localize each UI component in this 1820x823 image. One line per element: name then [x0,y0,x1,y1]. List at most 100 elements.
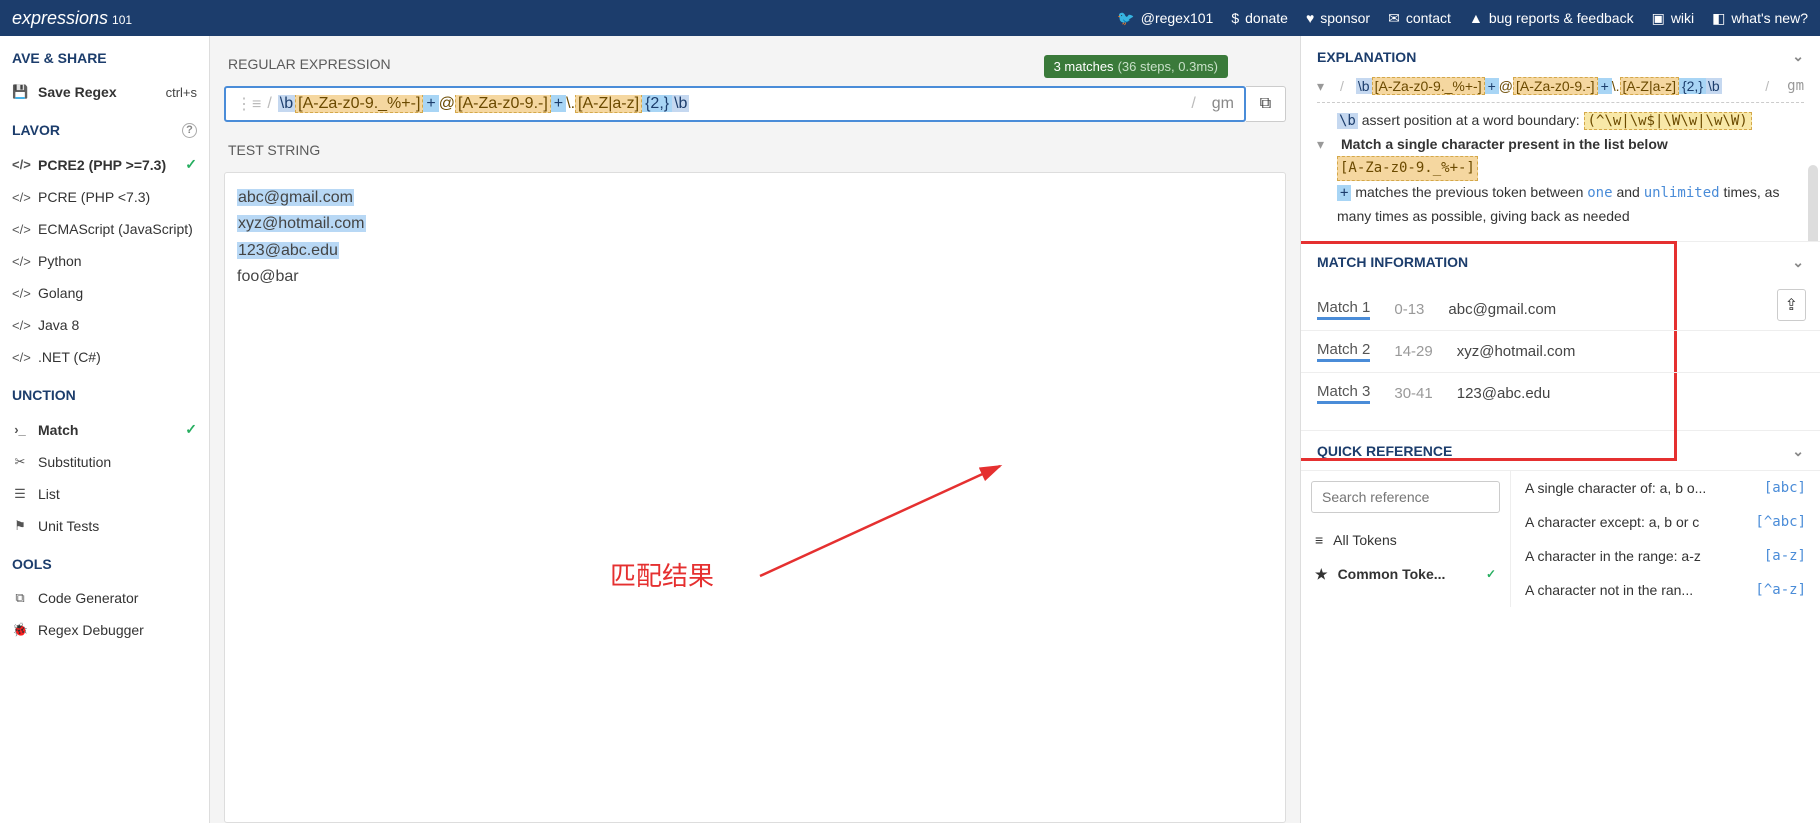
match-row[interactable]: Match 330-41123@abc.edu [1301,373,1820,414]
tool-item[interactable]: ⧉ Code Generator [0,582,209,614]
quickref-category[interactable]: ≡All Tokens [1301,523,1510,557]
save-icon: 💾 [12,84,28,100]
function-item[interactable]: ›_Match✓ [0,413,209,446]
quickref-category[interactable]: ★Common Toke...✓ [1301,557,1510,592]
function-item[interactable]: ⚑Unit Tests [0,510,209,542]
tools-header: OOLS [0,542,209,582]
match-info-header[interactable]: MATCH INFORMATION ⌄ [1301,241,1820,281]
top-link[interactable]: ▲bug reports & feedback [1469,10,1634,27]
flavor-item[interactable]: </>PCRE (PHP <7.3) [0,181,209,213]
search-input[interactable] [1311,481,1500,513]
match-range: 14-29 [1394,343,1432,360]
help-icon[interactable]: ? [182,123,197,138]
sidebar: AVE & SHARE 💾 Save Regex ctrl+s LAVOR ? … [0,36,210,823]
ref-desc: A single character of: a, b o... [1525,480,1706,496]
quickref-header[interactable]: QUICK REFERENCE ⌄ [1301,430,1820,470]
code-icon: </> [12,190,28,205]
chevron-down-icon[interactable]: ⌄ [1792,254,1804,271]
flavor-item[interactable]: </> ECMAScript (JavaScript) [0,213,209,245]
quickref-search [1311,481,1500,513]
test-line: 123@abc.edu [237,238,1273,264]
code-icon: </> [12,350,28,365]
top-navbar: expressions 101 🐦@regex101 $donate ♥sponsor… [0,0,1820,36]
flavor-label: .NET (C#) [38,349,101,365]
top-link[interactable]: $donate [1231,10,1288,27]
quickref-entry[interactable]: A single character of: a, b o...[abc] [1511,471,1820,505]
quickref-entry[interactable]: A character except: a, b or c[^abc] [1511,505,1820,539]
quickref-body: ≡All Tokens★Common Toke...✓ A single cha… [1301,470,1820,607]
link-icon: $ [1231,10,1239,26]
link-icon: 🐦 [1117,10,1134,27]
ref-code: [^abc] [1755,514,1806,530]
flavor-item[interactable]: </>Java 8 [0,309,209,341]
top-link[interactable]: ▣wiki [1652,10,1695,27]
explanation-header[interactable]: EXPLANATION ⌄ [1301,36,1820,75]
editor-area: REGULAR EXPRESSION 3 matches(36 steps, 0… [210,36,1300,823]
match-row[interactable]: Match 214-29xyz@hotmail.com [1301,331,1820,373]
ref-code: [^a-z] [1755,582,1806,598]
code-icon: </> [12,254,28,269]
copy-icon: ⧉ [1260,95,1271,113]
quickref-entry[interactable]: A character not in the ran... [^a-z] [1511,573,1820,607]
function-icon: ✂ [12,454,28,470]
match-range: 30-41 [1394,385,1432,402]
export-button[interactable]: ⇪ [1777,289,1806,321]
function-icon: ›_ [12,422,28,437]
right-panel: EXPLANATION ⌄ ▾ / \b[A-Za-z0-9._%+-]+@[A… [1300,36,1820,823]
function-icon: ⚑ [12,518,28,534]
top-link[interactable]: ♥sponsor [1306,10,1370,27]
code-icon: </> [12,222,28,237]
link-icon: ▣ [1652,10,1665,27]
test-line: xyz@hotmail.com [237,211,1273,237]
logo-subtitle: 101 [112,13,132,27]
top-links: 🐦@regex101 $donate ♥sponsor ✉contact ▲bug re… [1117,10,1808,27]
save-shortcut: ctrl+s [166,85,197,100]
tool-icon: ⧉ [12,590,28,606]
menu-icon[interactable]: ⋮≡ [236,94,261,114]
regex-flags[interactable]: gm [1212,95,1234,113]
quickref-entry[interactable]: A character in the range: a-z[a-z] [1511,539,1820,573]
match-text: abc@gmail.com [1448,301,1556,318]
match-label: Match 1 [1317,299,1370,320]
check-icon: ✓ [185,421,197,438]
test-line: abc@gmail.com [237,185,1273,211]
flavor-label: Golang [38,285,83,301]
match-text: xyz@hotmail.com [1457,343,1576,360]
function-item[interactable]: ✂ Substitution [0,446,209,478]
save-share-header: AVE & SHARE [0,36,209,76]
flavor-item[interactable]: </>Golang [0,277,209,309]
match-info-body: ⇪ Match 10-13abc@gmail.comMatch 214-29xy… [1301,281,1820,430]
logo: expressions 101 [12,8,132,29]
match-row[interactable]: Match 10-13abc@gmail.com [1301,289,1820,331]
save-regex-button[interactable]: 💾 Save Regex ctrl+s [0,76,209,108]
chevron-down-icon[interactable]: ⌄ [1792,48,1804,65]
regex-pattern: \b[A-Za-z0-9._%+-]+@[A-Za-z0-9.-]+\.[A-Z… [278,95,1186,113]
ref-desc: A character not in the ran... [1525,582,1693,598]
scrollbar[interactable] [1808,165,1818,241]
check-icon: ✓ [185,156,197,173]
function-item[interactable]: ☰List [0,478,209,510]
flavor-label: PCRE2 (PHP >=7.3) [38,157,166,173]
copy-regex-button[interactable]: ⧉ [1246,86,1286,122]
flavor-item[interactable]: </>Python [0,245,209,277]
logo-text: expressions [12,8,108,28]
tool-label: Regex Debugger [38,622,144,638]
function-label: Substitution [38,454,111,470]
flavor-label: ECMAScript (JavaScript) [38,221,193,237]
top-link[interactable]: ◧what's new? [1712,10,1808,27]
link-icon: ✉ [1388,10,1400,27]
test-string-label: TEST STRING [224,132,1286,162]
top-link[interactable]: 🐦@regex101 [1117,10,1213,27]
link-icon: ▲ [1469,10,1483,26]
flavor-item[interactable]: </> .NET (C#) [0,341,209,373]
flavor-item[interactable]: </>PCRE2 (PHP >=7.3)✓ [0,148,209,181]
function-label: List [38,486,60,502]
regex-input[interactable]: ⋮≡ / \b[A-Za-z0-9._%+-]+@[A-Za-z0-9.-]+\… [224,86,1246,122]
tool-label: Code Generator [38,590,138,606]
chevron-down-icon[interactable]: ⌄ [1792,443,1804,460]
top-link[interactable]: ✉contact [1388,10,1451,27]
tool-item[interactable]: 🐞 Regex Debugger [0,614,209,646]
test-string-input[interactable]: abc@gmail.comxyz@hotmail.com123@abc.eduf… [224,172,1286,823]
save-regex-label: Save Regex [38,84,117,100]
tool-icon: 🐞 [12,622,28,638]
